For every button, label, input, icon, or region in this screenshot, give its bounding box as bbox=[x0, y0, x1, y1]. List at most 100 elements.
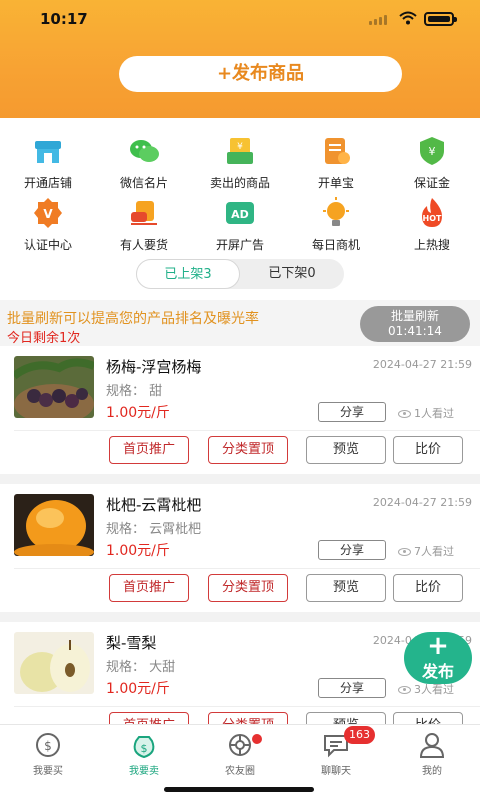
tab-label: 聊聊天 bbox=[321, 766, 351, 777]
header-banner: 10:17 +发布商品 bbox=[0, 0, 480, 118]
product-spec: 规格： 大甜 bbox=[106, 660, 176, 675]
sold-goods-icon: ¥ bbox=[223, 134, 257, 168]
tab-label: 农友圈 bbox=[225, 766, 255, 777]
product-name[interactable]: 杨梅-浮宫杨梅 bbox=[106, 356, 201, 377]
loquat-photo[interactable] bbox=[14, 494, 94, 556]
feature-deposit[interactable]: ¥ 保证金 bbox=[384, 134, 480, 191]
tab-profile[interactable]: 我的 bbox=[384, 731, 480, 777]
tab-label: 我的 bbox=[422, 766, 442, 777]
product-name[interactable]: 枇杷-云霄枇杷 bbox=[106, 494, 201, 515]
demand-icon bbox=[127, 196, 161, 230]
share-button[interactable]: 分享 bbox=[318, 540, 386, 560]
view-count: 7人看过 bbox=[398, 543, 454, 559]
share-button[interactable]: 分享 bbox=[318, 678, 386, 698]
divider bbox=[14, 706, 480, 707]
view-count-text: 1人看过 bbox=[414, 407, 454, 420]
promote-home-button[interactable]: 首页推广 bbox=[109, 574, 189, 602]
product-spec: 规格： 云霄枇杷 bbox=[106, 522, 202, 537]
category-top-button[interactable]: 分类置顶 bbox=[208, 574, 288, 602]
profile-icon bbox=[418, 731, 446, 759]
feature-label: 有人要货 bbox=[119, 238, 168, 252]
eye-icon bbox=[398, 548, 411, 556]
feature-open-store[interactable]: 开通店铺 bbox=[0, 134, 96, 191]
feature-splash-ad[interactable]: AD 开屏广告 bbox=[192, 196, 288, 253]
store-icon bbox=[31, 134, 65, 168]
pear-photo[interactable] bbox=[14, 632, 94, 694]
tab-label: 我要卖 bbox=[129, 766, 159, 777]
notice-remaining: 今日剩余1次 bbox=[7, 331, 81, 346]
product-card: 杨梅-浮宫杨梅 2024-04-27 21:59 规格： 甜 1.00元/斤 分… bbox=[0, 346, 480, 474]
shelf-segment: 已上架3 已下架0 bbox=[136, 259, 344, 289]
feature-label: 每日商机 bbox=[311, 238, 360, 252]
tab-on-shelf[interactable]: 已上架3 bbox=[136, 259, 240, 289]
preview-button[interactable]: 预览 bbox=[306, 574, 386, 602]
buy-icon: $ bbox=[34, 731, 62, 759]
refresh-countdown: 01:41:14 bbox=[388, 324, 442, 338]
feature-label: 卖出的商品 bbox=[209, 176, 270, 190]
feature-label: 开屏广告 bbox=[215, 238, 264, 252]
status-time: 10:17 bbox=[40, 10, 88, 28]
feature-hot-search[interactable]: HOT 上热搜 bbox=[384, 196, 480, 253]
eye-icon bbox=[398, 686, 411, 694]
refresh-notice: 批量刷新可以提高您的产品排名及曝光率 今日剩余1次 批量刷新 01:41:14 bbox=[0, 300, 480, 346]
feature-label: 开通店铺 bbox=[23, 176, 72, 190]
farmer-circle-icon bbox=[226, 731, 254, 759]
feature-daily-opportunity[interactable]: 每日商机 bbox=[288, 196, 384, 253]
product-spec: 规格： 甜 bbox=[106, 384, 163, 399]
view-count-text: 3人看过 bbox=[414, 683, 454, 696]
compare-price-button[interactable]: 比价 bbox=[393, 436, 463, 464]
signal-icon bbox=[369, 14, 389, 25]
tab-off-shelf[interactable]: 已下架0 bbox=[240, 259, 344, 289]
fab-label: 发布 bbox=[421, 662, 454, 681]
svg-text:AD: AD bbox=[231, 208, 249, 221]
sell-icon: $ bbox=[130, 731, 158, 759]
deposit-shield-icon: ¥ bbox=[415, 134, 449, 168]
svg-text:$: $ bbox=[141, 742, 148, 755]
daily-opportunity-icon bbox=[319, 196, 353, 230]
tab-buy[interactable]: $ 我要买 bbox=[0, 731, 96, 777]
certification-icon: V bbox=[31, 196, 65, 230]
plus-icon: + bbox=[427, 631, 449, 661]
view-count: 1人看过 bbox=[398, 405, 454, 421]
feature-label: 认证中心 bbox=[23, 238, 72, 252]
bayberry-photo[interactable] bbox=[14, 356, 94, 418]
divider bbox=[14, 430, 480, 431]
category-top-button[interactable]: 分类置顶 bbox=[208, 436, 288, 464]
preview-button[interactable]: 预览 bbox=[306, 436, 386, 464]
refresh-label: 批量刷新 bbox=[390, 309, 439, 323]
batch-refresh-button[interactable]: 批量刷新 01:41:14 bbox=[360, 306, 470, 342]
home-indicator bbox=[164, 787, 314, 792]
hot-search-icon: HOT bbox=[415, 196, 449, 230]
notice-text: 批量刷新可以提高您的产品排名及曝光率 bbox=[7, 311, 259, 327]
feature-demand[interactable]: 有人要货 bbox=[96, 196, 192, 253]
publish-fab[interactable]: + 发布 bbox=[404, 632, 472, 684]
product-name[interactable]: 梨-雪梨 bbox=[106, 632, 156, 653]
wifi-icon bbox=[399, 11, 417, 25]
product-price: 1.00元/斤 bbox=[106, 543, 170, 559]
battery-icon bbox=[424, 12, 457, 26]
wechat-icon bbox=[127, 134, 161, 168]
svg-text:¥: ¥ bbox=[429, 145, 436, 158]
seller-page: 10:17 +发布商品 开通店铺 微信名片 ¥ 卖出的商品 开单宝 ¥ 保证金 bbox=[0, 0, 480, 800]
feature-grid: 开通店铺 微信名片 ¥ 卖出的商品 开单宝 ¥ 保证金 V 认证中心 有人要货 … bbox=[0, 118, 480, 266]
divider bbox=[14, 568, 480, 569]
tab-sell[interactable]: $ 我要卖 bbox=[96, 731, 192, 777]
tab-farmer-circle[interactable]: 农友圈 bbox=[192, 731, 288, 777]
svg-text:$: $ bbox=[44, 739, 52, 753]
feature-sold-goods[interactable]: ¥ 卖出的商品 bbox=[192, 134, 288, 191]
feature-wechat-card[interactable]: 微信名片 bbox=[96, 134, 192, 191]
publish-product-button[interactable]: +发布商品 bbox=[119, 56, 402, 92]
promote-home-button[interactable]: 首页推广 bbox=[109, 436, 189, 464]
share-button[interactable]: 分享 bbox=[318, 402, 386, 422]
product-date: 2024-04-27 21:59 bbox=[372, 358, 472, 371]
compare-price-button[interactable]: 比价 bbox=[393, 574, 463, 602]
product-date: 2024-04-27 21:59 bbox=[372, 496, 472, 509]
tab-label: 我要买 bbox=[33, 766, 63, 777]
order-book-icon bbox=[319, 134, 353, 168]
feature-order-book[interactable]: 开单宝 bbox=[288, 134, 384, 191]
view-count-text: 7人看过 bbox=[414, 545, 454, 558]
feature-label: 开单宝 bbox=[317, 176, 354, 190]
product-price: 1.00元/斤 bbox=[106, 681, 170, 697]
shelf-tabs: 已上架3 已下架0 bbox=[0, 256, 480, 300]
feature-certification[interactable]: V 认证中心 bbox=[0, 196, 96, 253]
